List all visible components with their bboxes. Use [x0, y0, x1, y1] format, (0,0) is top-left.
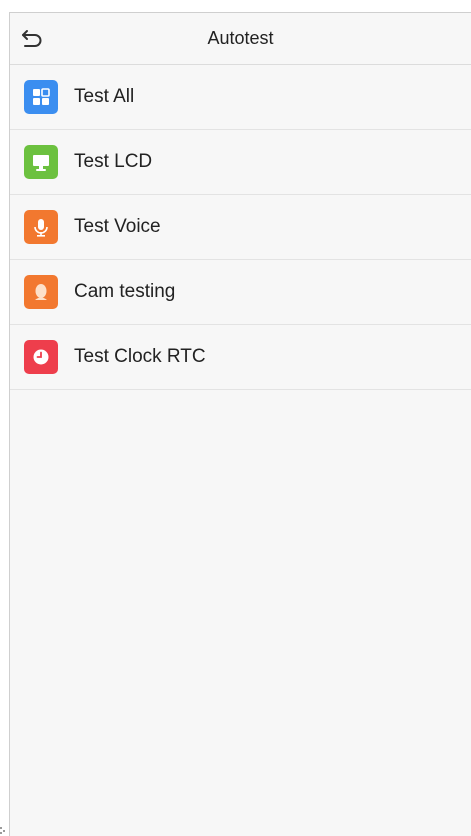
- menu-item-label: Test Voice: [74, 216, 161, 237]
- device-screen: Autotest Test All Test LCD Test Voice Ca…: [9, 12, 471, 836]
- menu-item-test-all[interactable]: Test All: [10, 65, 471, 130]
- menu-item-test-clock-rtc[interactable]: Test Clock RTC: [10, 325, 471, 390]
- back-button[interactable]: [18, 25, 46, 53]
- menu-item-label: Cam testing: [74, 281, 176, 302]
- menu-item-test-voice[interactable]: Test Voice: [10, 195, 471, 260]
- page-title: Autotest: [207, 28, 274, 48]
- grid-icon: [24, 80, 58, 114]
- microphone-icon: [24, 210, 58, 244]
- menu-item-label: Test LCD: [74, 151, 153, 172]
- menu-item-test-lcd[interactable]: Test LCD: [10, 130, 471, 195]
- monitor-icon: [24, 145, 58, 179]
- page-corner-mark: [0, 827, 5, 834]
- header-bar: Autotest: [10, 13, 471, 65]
- menu-item-cam-testing[interactable]: Cam testing: [10, 260, 471, 325]
- menu-item-label: Test All: [74, 86, 135, 107]
- menu-item-label: Test Clock RTC: [74, 346, 206, 367]
- camera-face-icon: [24, 275, 58, 309]
- clock-icon: [24, 340, 58, 374]
- back-arrow-icon: [22, 30, 42, 47]
